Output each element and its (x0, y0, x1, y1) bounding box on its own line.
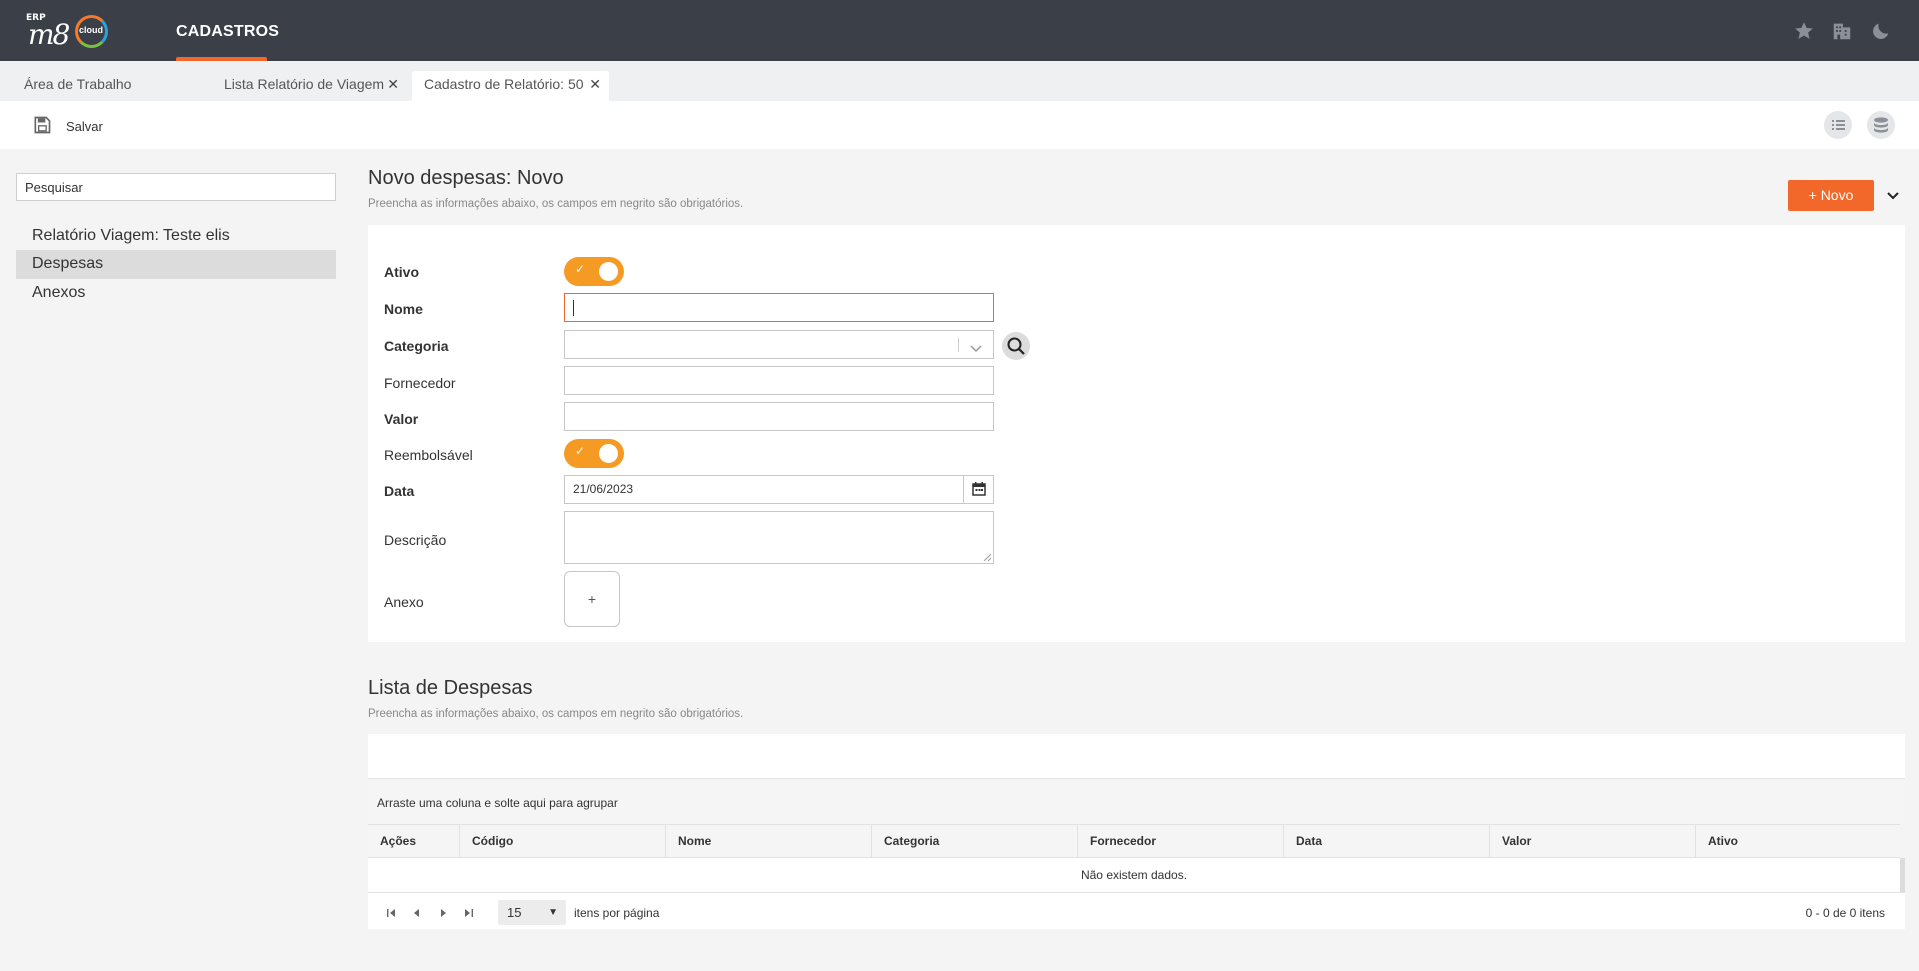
tab-lista-relatorio[interactable]: Lista Relatório de Viagem ✕ (212, 71, 407, 101)
grid-body: Não existem dados. (368, 858, 1900, 892)
categoria-select[interactable] (564, 330, 994, 359)
reembolsavel-toggle[interactable]: ✓ (564, 439, 624, 468)
text-caret (573, 300, 574, 316)
tab-label: Cadastro de Relatório: 50 (424, 76, 584, 92)
list-subtitle: Preencha as informações abaixo, os campo… (368, 708, 744, 720)
grid-pager: 15 ▼ itens por página 0 - 0 de 0 itens (368, 892, 1905, 929)
field-label-reembolsavel: Reembolsável (384, 447, 473, 463)
form-title: Novo despesas: Novo (368, 167, 564, 189)
sidebar-item-anexos[interactable]: Anexos (16, 279, 336, 308)
column-header-nome[interactable]: Nome (666, 825, 872, 858)
form-subtitle: Preencha as informações abaixo, os campo… (368, 198, 744, 210)
select-separator (958, 338, 959, 352)
valor-input[interactable] (564, 402, 994, 431)
building-icon[interactable] (1831, 20, 1853, 42)
group-hint: Arraste uma coluna e solte aqui para agr… (377, 796, 618, 810)
page-size-value: 15 (507, 905, 522, 920)
chevron-down-icon[interactable] (969, 338, 983, 353)
empty-message: Não existem dados. (1080, 868, 1188, 882)
save-label: Salvar (66, 118, 103, 134)
tab-cadastro-relatorio[interactable]: Cadastro de Relatório: 50 ✕ (412, 71, 609, 101)
sidebar-item-despesas[interactable]: Despesas (16, 250, 336, 279)
sidebar-search-input[interactable] (16, 173, 336, 201)
tab-area-de-trabalho[interactable]: Área de Trabalho (12, 71, 202, 101)
check-icon: ✓ (575, 444, 586, 458)
page-size-select[interactable]: 15 ▼ (498, 900, 566, 925)
tab-strip: Área de Trabalho Lista Relatório de Viag… (0, 61, 1919, 101)
calendar-icon (972, 482, 986, 496)
toolbar: Salvar (0, 101, 1919, 149)
next-page-icon[interactable] (438, 906, 448, 917)
nav-cadastros[interactable]: CADASTROS (176, 0, 279, 61)
list-title: Lista de Despesas (368, 677, 533, 699)
last-page-icon[interactable] (464, 906, 474, 917)
group-drop-area[interactable]: Arraste uma coluna e solte aqui para agr… (368, 778, 1905, 824)
tab-label: Lista Relatório de Viagem (224, 76, 385, 92)
data-value: 21/06/2023 (573, 482, 634, 496)
first-page-icon[interactable] (386, 906, 396, 917)
page-info: 0 - 0 de 0 itens (1805, 906, 1885, 920)
prev-page-icon[interactable] (412, 906, 422, 917)
field-label-nome: Nome (384, 301, 423, 317)
nome-input[interactable] (564, 293, 994, 322)
field-label-data: Data (384, 483, 415, 499)
descricao-textarea[interactable] (564, 511, 994, 564)
field-label-categoria: Categoria (384, 338, 449, 354)
sidebar-item-relatorio-viagem[interactable]: Relatório Viagem: Teste elis (16, 222, 336, 251)
grid-toolbar (368, 734, 1905, 778)
page-size-label: itens por página (574, 906, 660, 920)
dropdown-arrow-icon: ▼ (548, 907, 558, 918)
new-button[interactable]: + Novo (1788, 180, 1874, 211)
search-icon (1007, 337, 1025, 355)
column-header-data[interactable]: Data (1284, 825, 1490, 858)
data-input[interactable]: 21/06/2023 (564, 475, 994, 504)
column-header-codigo[interactable]: Código (460, 825, 666, 858)
column-header-acoes[interactable]: Ações (368, 825, 460, 858)
toggle-knob (599, 444, 618, 463)
resize-handle-icon (983, 553, 991, 561)
sidebar-item-label: Anexos (32, 284, 86, 301)
sidebar-item-label: Relatório Viagem: Teste elis (32, 227, 230, 244)
save-icon (32, 115, 52, 138)
categoria-search-button[interactable] (1002, 332, 1030, 360)
calendar-button[interactable] (963, 476, 993, 503)
column-header-categoria[interactable]: Categoria (872, 825, 1078, 858)
field-label-descricao: Descrição (384, 532, 447, 548)
save-button[interactable]: Salvar (32, 115, 103, 137)
check-icon: ✓ (575, 262, 586, 276)
fornecedor-input[interactable] (564, 366, 994, 395)
field-label-ativo: Ativo (384, 264, 419, 280)
moon-icon[interactable] (1870, 20, 1892, 42)
close-icon[interactable]: ✕ (387, 71, 399, 97)
column-header-ativo[interactable]: Ativo (1696, 825, 1900, 858)
grid-scrollbar[interactable] (1900, 858, 1905, 892)
column-header-fornecedor[interactable]: Fornecedor (1078, 825, 1284, 858)
column-header-valor[interactable]: Valor (1490, 825, 1696, 858)
database-icon[interactable] (1867, 111, 1895, 139)
close-icon[interactable]: ✕ (589, 71, 601, 97)
star-icon[interactable] (1793, 20, 1815, 42)
add-anexo-button[interactable]: + (564, 571, 620, 627)
toggle-knob (599, 262, 618, 281)
nav-cadastros-label: CADASTROS (176, 23, 280, 40)
chevron-down-icon[interactable] (1884, 186, 1902, 204)
top-bar: ERP m8 cloud CADASTROS (0, 0, 1919, 61)
grid-header: Ações Código Nome Categoria Fornecedor D… (368, 824, 1900, 858)
tab-label: Área de Trabalho (24, 76, 132, 92)
sidebar-item-label: Despesas (32, 255, 104, 272)
ativo-toggle[interactable]: ✓ (564, 257, 624, 286)
field-label-valor: Valor (384, 411, 419, 427)
logo-m8-text: m8 (28, 18, 70, 51)
field-label-fornecedor: Fornecedor (384, 375, 456, 391)
list-icon[interactable] (1824, 111, 1852, 139)
field-label-anexo: Anexo (384, 594, 424, 610)
logo-cloud-text: cloud (79, 25, 103, 35)
app-logo[interactable]: ERP m8 cloud (24, 12, 116, 51)
